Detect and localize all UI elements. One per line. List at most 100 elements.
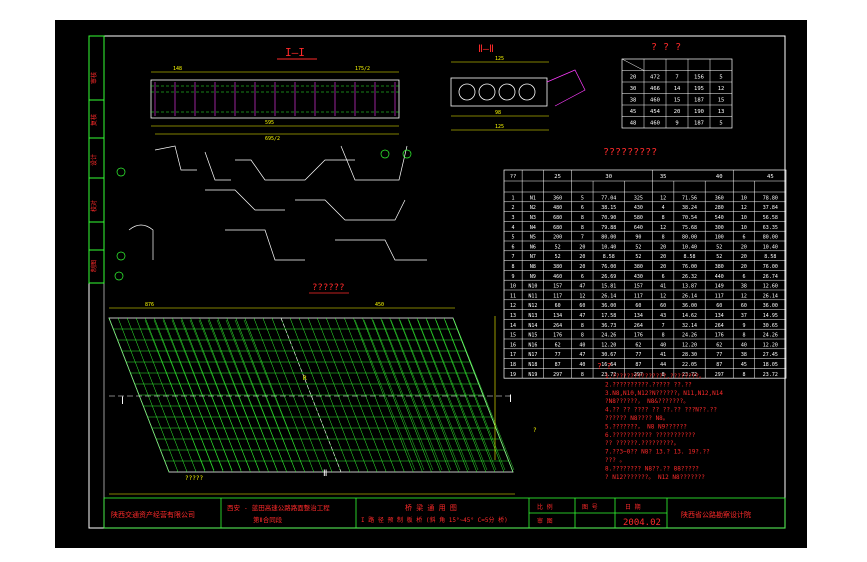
big-table-cell: 20: [660, 264, 666, 270]
section-1-dim-left: 148: [173, 66, 182, 72]
big-table-cell: 70.54: [682, 215, 697, 221]
design-notes: ? ? 1.???????????????,????????。2.???????…: [597, 362, 723, 481]
section-1-dim-middle: 175/2: [355, 66, 370, 72]
big-table-cell: 6: [581, 205, 584, 211]
big-table-cell: 8: [581, 333, 584, 339]
big-table-cell: 16: [510, 342, 516, 348]
small-table-cell: 38: [630, 98, 637, 104]
small-table-cell: 9: [675, 121, 678, 127]
label-drawing-no: 图 号: [582, 504, 598, 511]
section-1-dim-bottom-a: 595: [265, 120, 274, 126]
big-table-cell: 47: [579, 284, 585, 290]
big-table-cell: 17: [510, 352, 516, 358]
big-table-cell: 7: [581, 235, 584, 241]
big-table-cell: 17.58: [601, 313, 616, 319]
small-table-cell: 7: [675, 75, 678, 81]
big-table-cell: 8: [581, 372, 584, 378]
big-table-cell: 90: [635, 235, 641, 241]
big-table-cell: 20: [741, 254, 747, 260]
big-table-cell: 36.00: [682, 303, 697, 309]
big-table-header: ??: [510, 174, 517, 180]
big-table-cell: 26.14: [763, 293, 778, 299]
big-table-cell: 20: [741, 264, 747, 270]
big-table-cell: 12: [741, 293, 747, 299]
big-table-cell: 12: [741, 205, 747, 211]
big-table-cell: 264: [634, 323, 643, 329]
big-table-cell: 264: [553, 323, 562, 329]
big-table-cell: 15: [510, 333, 516, 339]
big-table-cell: 77: [716, 352, 722, 358]
big-table-cell: 26.32: [682, 274, 697, 280]
big-table-cell: 380: [553, 264, 562, 270]
big-table-cell: 580: [634, 215, 643, 221]
big-table-cell: 297: [553, 372, 562, 378]
cad-drawing-viewport[interactable]: 审核 复核 设计 校对 制图 I—I 148 175/2 595 695/2 Ⅱ…: [55, 20, 807, 548]
big-table-cell: 10.40: [763, 244, 778, 250]
big-table-cell: 22.05: [682, 362, 697, 368]
plan-section-mark-2: Ⅱ: [323, 469, 327, 479]
big-table-cell: 63.35: [763, 225, 778, 231]
big-table-cell: 200: [553, 235, 562, 241]
big-table-cell: 30.67: [601, 352, 616, 358]
big-table-cell: 40: [579, 342, 585, 348]
big-table-cell: 87: [716, 362, 722, 368]
big-table-cell: 10.40: [601, 244, 616, 250]
small-table-cell: 20: [674, 109, 681, 115]
big-table-cell: 134: [553, 313, 562, 319]
big-table-cell: 9: [742, 323, 745, 329]
big-table-cell: 7: [512, 254, 515, 260]
big-table-cell: 24.26: [682, 333, 697, 339]
big-table-cell: 149: [715, 284, 724, 290]
big-table-cell: N15: [528, 333, 537, 339]
big-table-cell: 8: [581, 225, 584, 231]
big-table-cell: 2: [512, 205, 515, 211]
project-line-1: 西安 - 蓝田高速公路路面整治工程: [227, 503, 330, 512]
big-table-cell: 12: [660, 225, 666, 231]
big-table-cell: 5: [512, 235, 515, 241]
section-1-title: I—I: [285, 46, 305, 59]
big-table-cell: 60: [660, 303, 666, 309]
big-table-cell: 176: [715, 333, 724, 339]
big-table-cell: N12: [528, 303, 537, 309]
big-table-cell: 38.15: [601, 205, 616, 211]
small-table-cell: 190: [694, 109, 704, 115]
big-table-cell: 360: [553, 195, 562, 201]
rebar-details: [114, 145, 427, 281]
big-table-cell: 176: [634, 333, 643, 339]
big-table-cell: 264: [715, 323, 724, 329]
big-table-cell: 44: [660, 362, 666, 368]
big-table-cell: N10: [528, 284, 537, 290]
big-table-cell: 8: [512, 264, 515, 270]
big-table-cell: 60: [579, 303, 585, 309]
big-table-header: 30: [605, 174, 612, 180]
small-table-cell: 48: [630, 121, 637, 127]
project-line-2: 第Ⅱ合同段: [253, 515, 283, 524]
note-line: 7.??3~0?? N8? 13.? 13. 19?.??: [605, 449, 710, 456]
big-table-cell: 117: [553, 293, 562, 299]
big-table-cell: 20: [741, 244, 747, 250]
big-table-cell: 440: [715, 274, 724, 280]
big-table-cell: 14: [510, 323, 516, 329]
big-table-cell: 6: [662, 274, 665, 280]
big-table-cell: 540: [715, 215, 724, 221]
section-2-dim-bottom: 125: [495, 124, 504, 130]
note-line: ?N8??????， N8&???????。: [605, 398, 689, 405]
big-table-cell: 640: [634, 225, 643, 231]
big-table-cell: 10: [741, 225, 747, 231]
big-table-cell: 157: [634, 284, 643, 290]
big-table-cell: N8: [530, 264, 536, 270]
big-table-cell: 157: [553, 284, 562, 290]
small-table-cell: 5: [719, 121, 722, 127]
big-table-cell: 12: [660, 195, 666, 201]
big-table-cell: 75.68: [682, 225, 697, 231]
company-left: 陕西交通资产经营有限公司: [111, 510, 195, 519]
big-table-cell: N6: [530, 244, 536, 250]
small-table-title: ? ? ?: [651, 42, 681, 53]
big-table-cell: 24.26: [763, 333, 778, 339]
big-table-cell: 360: [715, 195, 724, 201]
plan-dim-height: R: [303, 375, 307, 382]
big-table-cell: 18: [510, 362, 516, 368]
big-table-cell: 8.58: [764, 254, 776, 260]
big-table-cell: 20: [579, 264, 585, 270]
small-table-cell: 20: [630, 75, 637, 81]
